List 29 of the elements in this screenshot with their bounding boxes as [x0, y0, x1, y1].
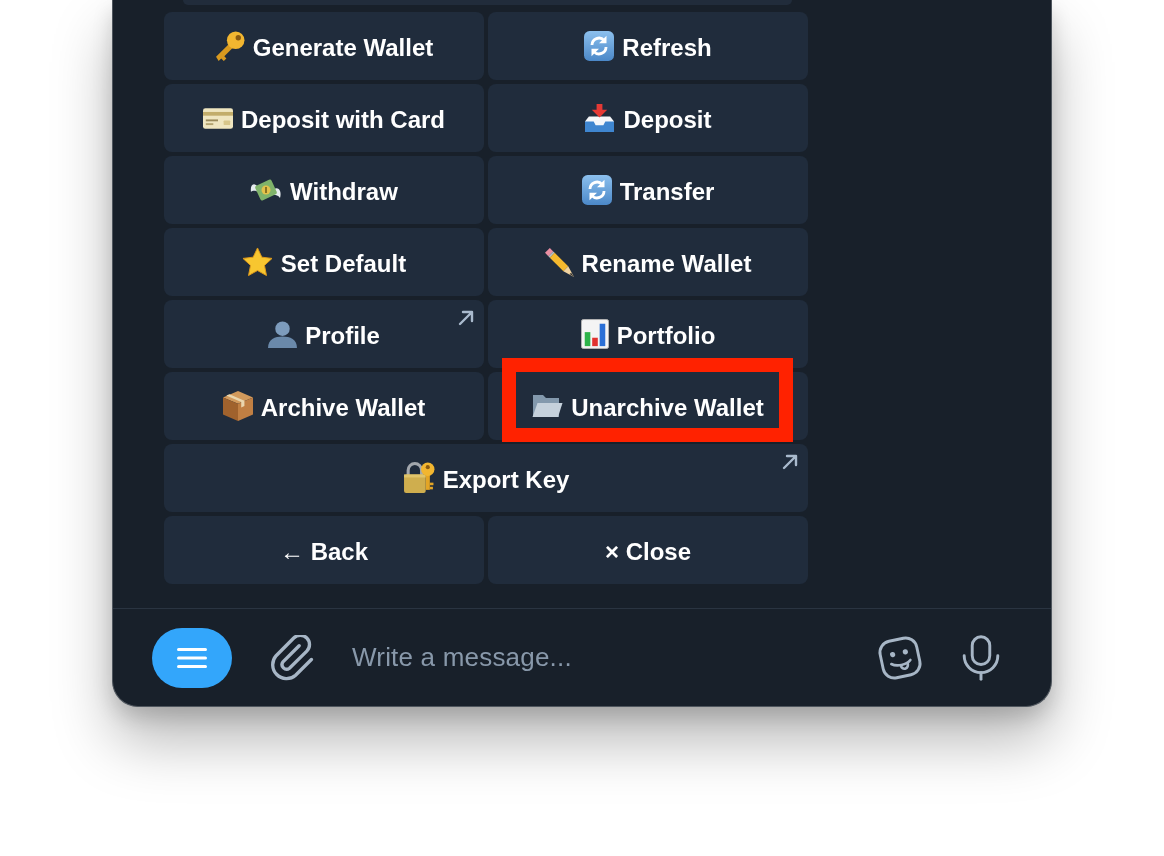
- keyboard-button[interactable]: Withdraw: [164, 156, 484, 224]
- package-icon: [222, 391, 253, 421]
- bar-chart-icon: [580, 319, 609, 349]
- keyboard-button[interactable]: ← Back: [164, 516, 484, 584]
- keyboard-button[interactable]: Archive Wallet: [164, 372, 484, 440]
- keyboard-button[interactable]: Deposit: [488, 84, 808, 152]
- refresh-icon: [584, 31, 615, 61]
- keyboard-button[interactable]: Set Default: [164, 228, 484, 296]
- paperclip-icon[interactable]: [270, 634, 316, 681]
- inbox-tray-icon: [584, 103, 616, 133]
- star-icon: [241, 247, 273, 277]
- keyboard-button[interactable]: × Close: [488, 516, 808, 584]
- credit-card-icon: [203, 107, 233, 129]
- keyboard-button[interactable]: Deposit with Card: [164, 84, 484, 152]
- keyboard-button[interactable]: Generate Wallet: [164, 12, 484, 80]
- keyboard-button[interactable]: Export Key: [164, 444, 808, 512]
- pencil-icon: [544, 247, 574, 277]
- keyboard-button[interactable]: Transfer: [488, 156, 808, 224]
- message-field[interactable]: Write a message...: [352, 637, 854, 678]
- keyboard-button[interactable]: Profile: [164, 300, 484, 368]
- padlock-key-icon: [402, 462, 435, 494]
- keyboard-button[interactable]: Refresh: [488, 12, 808, 80]
- menu-icon: [177, 646, 207, 669]
- key-icon: [214, 30, 245, 62]
- refresh-icon: [581, 175, 612, 205]
- folder-icon: [532, 394, 564, 418]
- keyboard-button[interactable]: Rename Wallet: [488, 228, 808, 296]
- microphone-icon[interactable]: [962, 633, 1000, 682]
- person-silhouette-icon: [268, 320, 298, 348]
